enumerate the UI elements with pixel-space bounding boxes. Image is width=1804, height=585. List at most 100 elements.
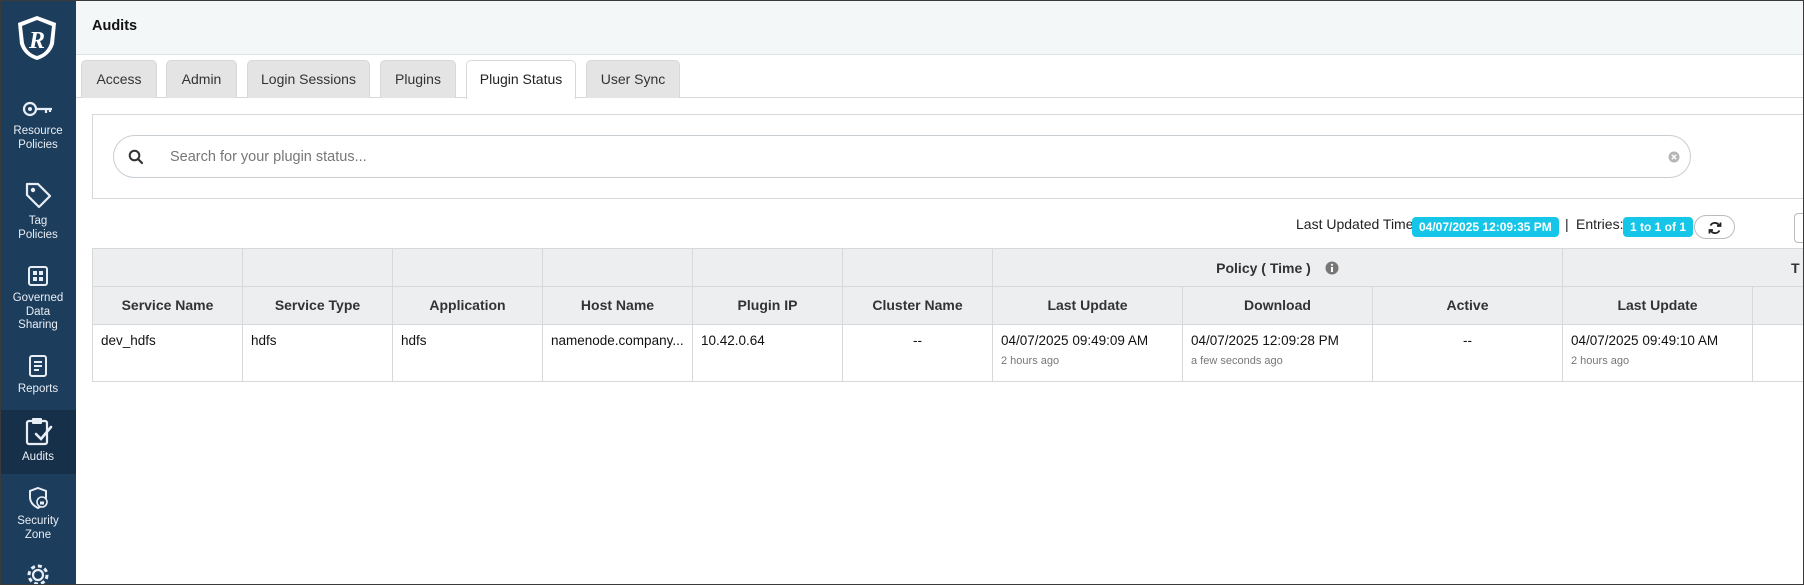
service-type-value: hdfs bbox=[251, 333, 277, 348]
policy-download-value: 04/07/2025 12:09:28 PM bbox=[1191, 333, 1339, 348]
sidebar-item-label: Audits bbox=[22, 451, 54, 463]
sidebar-item-reports[interactable]: Reports bbox=[0, 354, 76, 397]
tab-admin[interactable]: Admin bbox=[166, 60, 237, 98]
col-header-tag-last-update[interactable]: Last Update bbox=[1562, 287, 1752, 324]
cell-policy-download: 04/07/2025 12:09:28 PM a few seconds ago bbox=[1182, 325, 1372, 381]
svg-text:R: R bbox=[28, 28, 45, 54]
application-value: hdfs bbox=[401, 333, 427, 348]
report-icon bbox=[29, 355, 47, 377]
sidebar-item-tag-policies[interactable]: Tag Policies bbox=[0, 180, 76, 242]
cell-host-name: namenode.company... bbox=[542, 325, 692, 381]
column-options-button[interactable] bbox=[1794, 213, 1804, 243]
tag-time-label: T bbox=[1791, 260, 1800, 276]
sidebar-item-governed-data-sharing[interactable]: Governed Data Sharing bbox=[0, 265, 76, 333]
plugin-ip-value: 10.42.0.64 bbox=[701, 333, 765, 348]
group-header-cell bbox=[92, 249, 242, 286]
group-header-cell bbox=[542, 249, 692, 286]
sidebar: R Resource Policies Tag Policies Governe… bbox=[0, 0, 76, 585]
entries-label: Entries: bbox=[1576, 216, 1624, 232]
last-updated-label: Last Updated Time: bbox=[1296, 216, 1418, 232]
policy-last-update-relative: 2 hours ago bbox=[1001, 355, 1060, 367]
search-panel bbox=[92, 114, 1804, 199]
entries-value: 1 to 1 of 1 bbox=[1623, 217, 1694, 237]
search-input[interactable] bbox=[170, 146, 1630, 168]
col-header-plugin-ip[interactable]: Plugin IP bbox=[692, 287, 842, 324]
tab-access[interactable]: Access bbox=[81, 60, 157, 98]
group-header-cell bbox=[692, 249, 842, 286]
last-updated-badge: 04/07/2025 12:09:35 PM bbox=[1412, 217, 1559, 237]
info-icon[interactable] bbox=[1325, 261, 1339, 275]
cell-service-type: hdfs bbox=[242, 325, 392, 381]
status-separator: | bbox=[1565, 216, 1569, 232]
group-header-cell bbox=[242, 249, 392, 286]
page-header: Audits bbox=[76, 0, 1804, 55]
policy-time-label: Policy ( Time ) bbox=[1216, 260, 1311, 276]
last-updated-value: 04/07/2025 12:09:35 PM bbox=[1412, 217, 1559, 237]
tag-last-update-value: 04/07/2025 09:49:10 AM bbox=[1571, 333, 1719, 348]
policy-time-group-header: Policy ( Time ) bbox=[992, 249, 1562, 286]
host-name-value: namenode.company... bbox=[551, 333, 684, 348]
cell-tag-last-update: 04/07/2025 09:49:10 AM 2 hours ago bbox=[1562, 325, 1752, 381]
shield-lock-icon bbox=[29, 486, 48, 510]
cluster-name-value: -- bbox=[913, 333, 922, 348]
col-header-policy-active[interactable]: Active bbox=[1372, 287, 1562, 324]
tag-time-group-header: T bbox=[1562, 249, 1804, 286]
sidebar-item-label: Policies bbox=[18, 228, 58, 241]
service-name-value: dev_hdfs bbox=[101, 333, 156, 348]
sidebar-item-audits[interactable]: Audits bbox=[0, 410, 76, 474]
cell-plugin-ip: 10.42.0.64 bbox=[692, 325, 842, 381]
policy-download-relative: a few seconds ago bbox=[1191, 355, 1283, 367]
table-row: dev_hdfs hdfs hdfs namenode.company... 1… bbox=[92, 325, 1804, 382]
sidebar-item-label: Sharing bbox=[18, 319, 58, 331]
tab-plugins[interactable]: Plugins bbox=[380, 60, 456, 98]
sidebar-item-label: Zone bbox=[24, 528, 52, 541]
tab-user-sync[interactable]: User Sync bbox=[586, 60, 680, 98]
page-title: Audits bbox=[92, 18, 138, 34]
cell-policy-active: -- bbox=[1372, 325, 1562, 381]
cell-policy-last-update: 04/07/2025 09:49:09 AM 2 hours ago bbox=[992, 325, 1182, 381]
col-header-cell bbox=[1752, 287, 1804, 324]
col-header-service-type[interactable]: Service Type bbox=[242, 287, 392, 324]
table-group-header-row: Policy ( Time ) T bbox=[92, 248, 1804, 287]
sidebar-item-security-zone[interactable]: Security Zone bbox=[0, 486, 76, 542]
col-header-service-name[interactable]: Service Name bbox=[92, 287, 242, 324]
audit-tabs: Access Admin Login Sessions Plugins Plug… bbox=[76, 55, 1804, 99]
tab-login-sessions[interactable]: Login Sessions bbox=[247, 60, 370, 98]
refresh-button[interactable] bbox=[1694, 215, 1735, 239]
clipboard-check-icon bbox=[25, 418, 53, 446]
sidebar-item-resource-policies[interactable]: Resource Policies bbox=[0, 98, 76, 152]
sidebar-item-settings[interactable] bbox=[0, 561, 76, 585]
sidebar-item-label: Tag bbox=[28, 215, 48, 227]
col-header-application[interactable]: Application bbox=[392, 287, 542, 324]
col-header-policy-last-update[interactable]: Last Update bbox=[992, 287, 1182, 324]
ranger-shield-logo[interactable]: R bbox=[14, 14, 60, 62]
sidebar-item-label: Reports bbox=[17, 383, 59, 395]
col-header-cluster-name[interactable]: Cluster Name bbox=[842, 287, 992, 324]
sidebar-item-label: Governed bbox=[12, 292, 64, 304]
key-icon bbox=[22, 101, 52, 117]
cell-tag-download bbox=[1752, 325, 1804, 381]
entries-badge: 1 to 1 of 1 bbox=[1623, 217, 1694, 237]
tab-plugin-status[interactable]: Plugin Status bbox=[466, 60, 576, 99]
tag-last-update-relative: 2 hours ago bbox=[1571, 355, 1630, 367]
search-icon bbox=[128, 149, 144, 165]
sidebar-item-label: Data bbox=[25, 305, 51, 318]
clear-search-icon[interactable] bbox=[1668, 151, 1680, 163]
gear-icon bbox=[27, 564, 49, 585]
cell-application: hdfs bbox=[392, 325, 542, 381]
grid-icon bbox=[28, 266, 48, 286]
sidebar-item-label: Resource bbox=[13, 125, 63, 137]
sidebar-item-label: Policies bbox=[18, 138, 58, 151]
group-header-cell bbox=[842, 249, 992, 286]
refresh-icon bbox=[1708, 222, 1722, 234]
cell-cluster-name: -- bbox=[842, 325, 992, 381]
col-header-host-name[interactable]: Host Name bbox=[542, 287, 692, 324]
policy-active-value: -- bbox=[1463, 333, 1472, 348]
table-header-row: Service Name Service Type Application Ho… bbox=[92, 287, 1804, 325]
col-header-policy-download[interactable]: Download bbox=[1182, 287, 1372, 324]
plugin-status-table: Policy ( Time ) T Service Name Service T… bbox=[92, 248, 1804, 382]
sidebar-item-label: Security bbox=[17, 515, 59, 527]
cell-service-name: dev_hdfs bbox=[92, 325, 242, 381]
tag-icon bbox=[25, 182, 52, 209]
search-box[interactable] bbox=[113, 135, 1691, 178]
